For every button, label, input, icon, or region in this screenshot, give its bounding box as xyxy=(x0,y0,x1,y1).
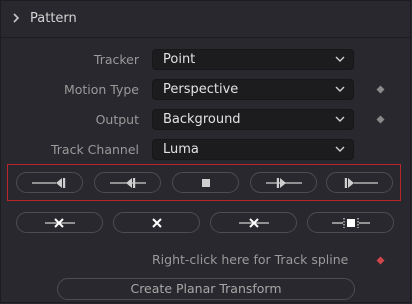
chevron-down-icon xyxy=(335,146,345,152)
pattern-section-header[interactable]: Pattern xyxy=(1,1,410,38)
stop-tracking-button[interactable] xyxy=(172,172,239,193)
tracker-label: Tracker xyxy=(93,52,139,67)
chevron-down-icon xyxy=(335,86,345,92)
chevron-right-icon[interactable] xyxy=(12,12,20,24)
output-value: Background xyxy=(163,112,241,127)
clear-all-icon xyxy=(151,217,162,228)
set-range-icon xyxy=(331,217,370,228)
stop-icon xyxy=(201,178,210,187)
step-forward-button[interactable] xyxy=(250,172,317,193)
create-planar-transform-button[interactable]: Create Planar Transform xyxy=(57,278,355,300)
track-reverse-button[interactable] xyxy=(16,172,83,193)
keyframe-diamond-icon[interactable] xyxy=(376,85,385,94)
track-forward-button[interactable] xyxy=(326,172,393,193)
step-forward-icon xyxy=(265,177,302,188)
keyframe-diamond-icon[interactable] xyxy=(376,115,385,124)
chevron-down-icon xyxy=(335,56,345,62)
tracker-dropdown[interactable]: Point xyxy=(152,49,354,70)
tracker-value: Point xyxy=(163,52,196,67)
step-reverse-icon xyxy=(109,177,146,188)
motion-type-value: Perspective xyxy=(163,82,239,97)
output-label: Output xyxy=(95,112,139,127)
section-title: Pattern xyxy=(30,11,77,26)
track-channel-dropdown[interactable]: Luma xyxy=(152,139,354,160)
clear-all-button[interactable] xyxy=(113,212,200,233)
clear-before-button[interactable] xyxy=(16,212,103,233)
set-range-button[interactable] xyxy=(307,212,394,233)
track-channel-value: Luma xyxy=(163,142,199,157)
keyframe-diamond-icon[interactable] xyxy=(376,256,385,265)
clear-after-button[interactable] xyxy=(210,212,297,233)
tracking-controls-group xyxy=(7,164,401,201)
track-reverse-icon xyxy=(31,177,65,188)
clear-before-icon xyxy=(44,217,75,228)
track-forward-icon xyxy=(344,177,378,188)
motion-type-label: Motion Type xyxy=(63,82,139,97)
chevron-down-icon xyxy=(335,116,345,122)
track-spline-hint[interactable]: Right-click here for Track spline xyxy=(152,252,348,267)
clear-after-icon xyxy=(238,217,269,228)
pattern-panel: Pattern Tracker Point Motion Type Perspe… xyxy=(0,0,411,303)
output-dropdown[interactable]: Background xyxy=(152,109,354,130)
step-reverse-button[interactable] xyxy=(94,172,161,193)
motion-type-dropdown[interactable]: Perspective xyxy=(152,79,354,100)
track-channel-label: Track Channel xyxy=(50,142,139,157)
